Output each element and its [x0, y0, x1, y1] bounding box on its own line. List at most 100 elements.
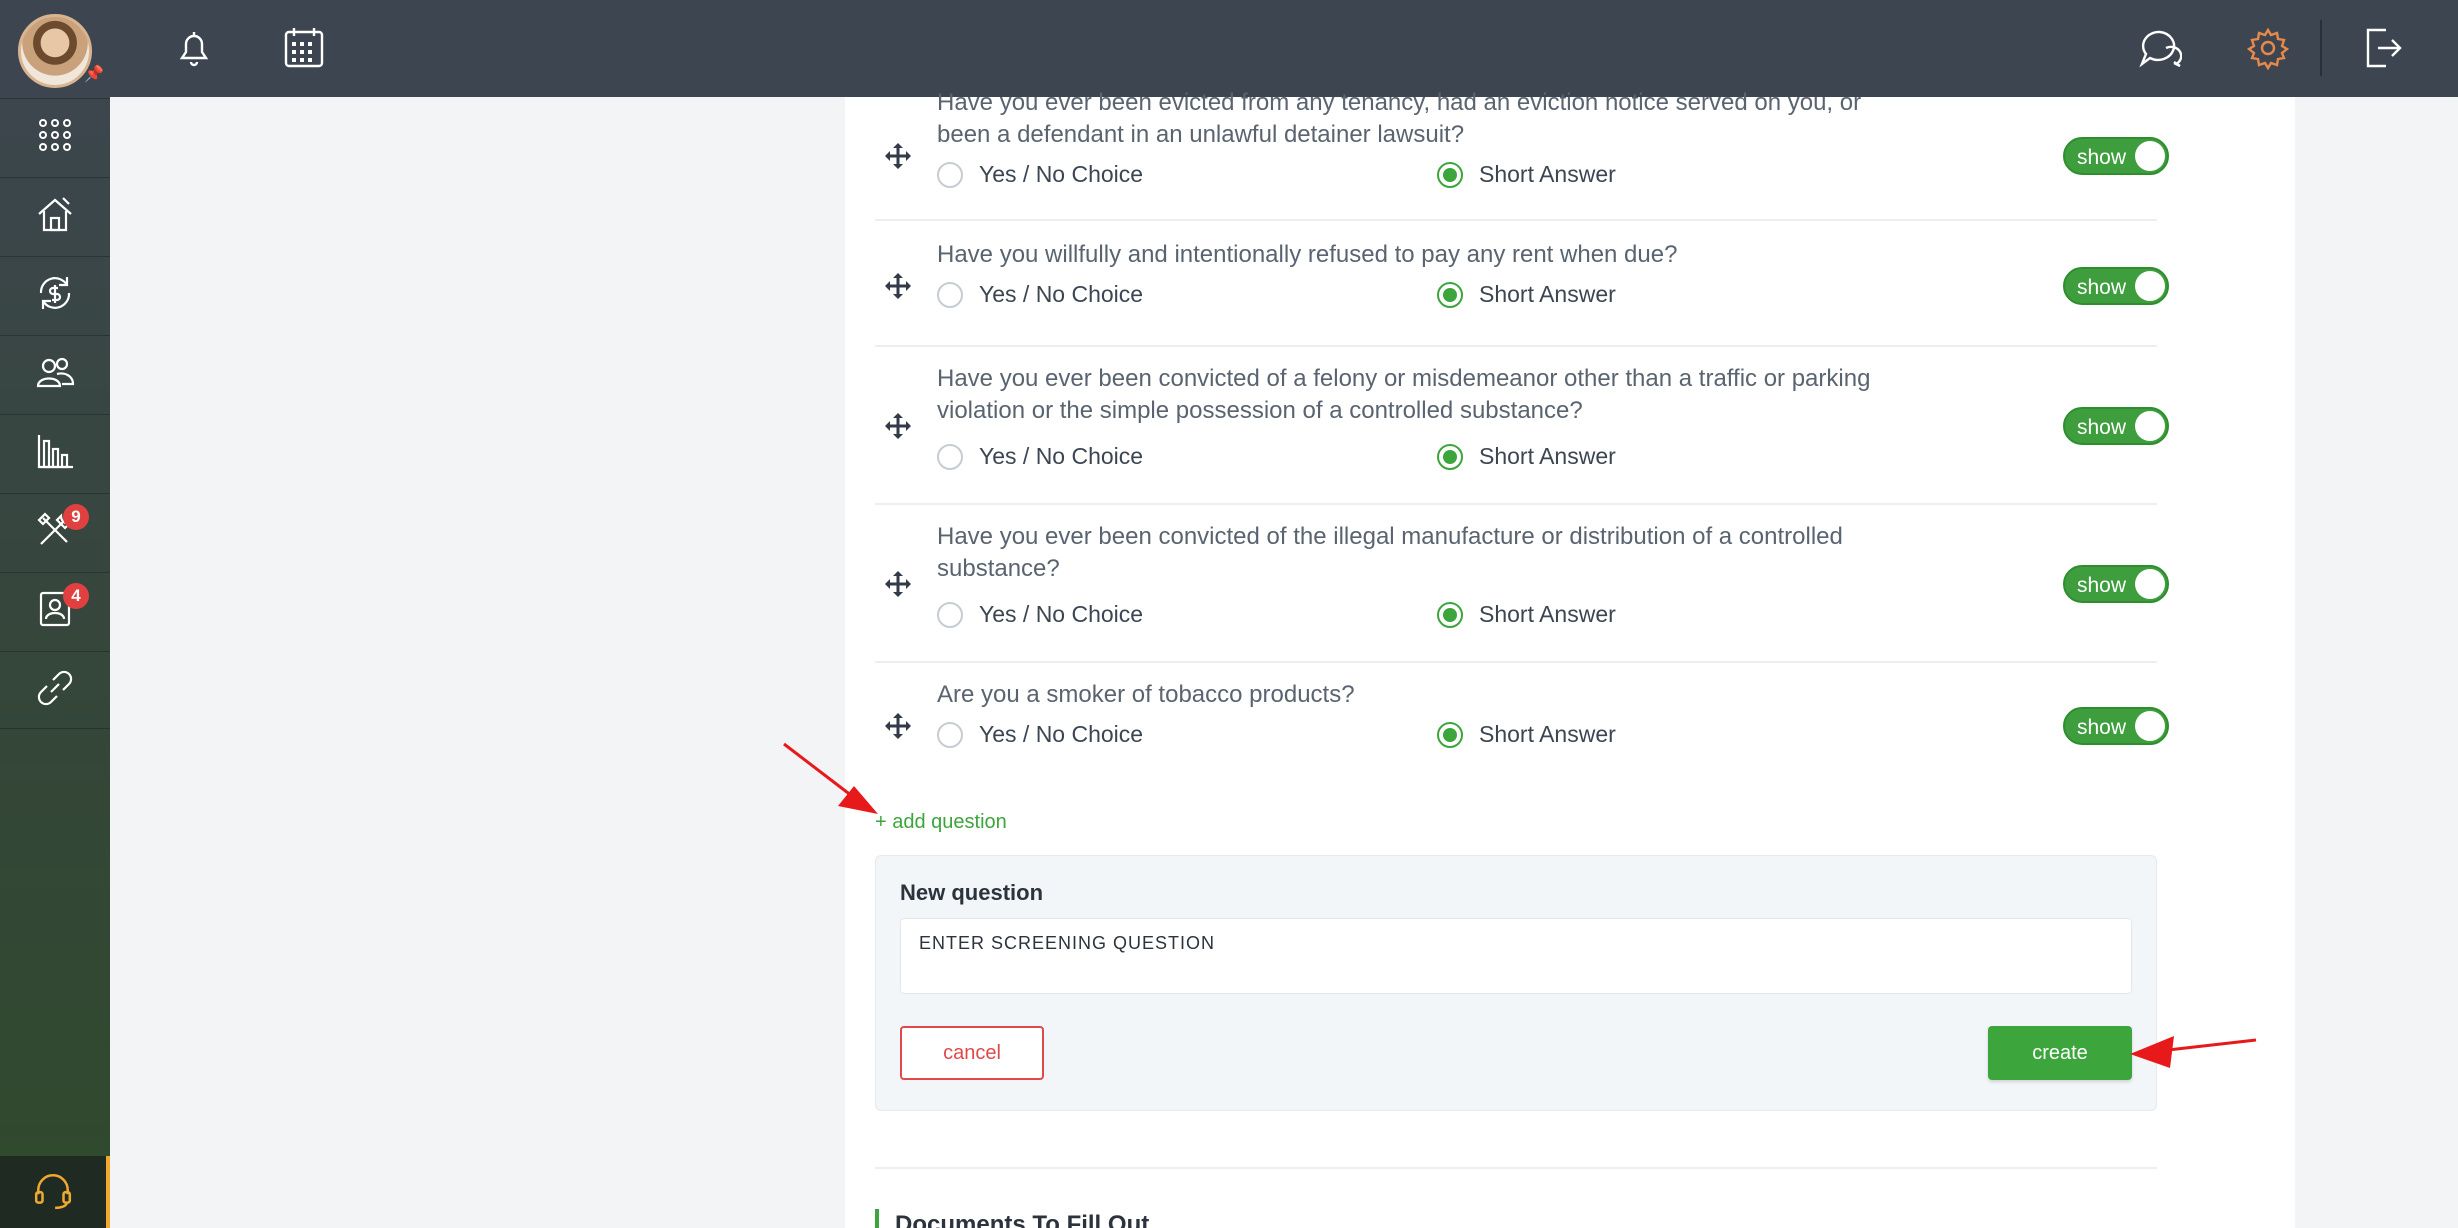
- toggle-label: show: [2077, 276, 2127, 299]
- sidebar-item-links[interactable]: [0, 651, 110, 729]
- headset-icon: [32, 1169, 74, 1216]
- avatar[interactable]: [18, 14, 92, 88]
- maintenance-count-badge: 9: [63, 504, 89, 530]
- bell-icon[interactable]: [170, 24, 218, 72]
- question-row: Have you ever been evicted from any tena…: [875, 87, 2169, 221]
- annotation-arrow-add-question: [783, 742, 878, 814]
- sidebar-item-apps[interactable]: [0, 98, 110, 176]
- radio-yes-no[interactable]: [937, 601, 963, 628]
- toggle-label: show: [2077, 146, 2127, 169]
- radio-short-answer[interactable]: [1437, 601, 1463, 628]
- radio-yes-no[interactable]: [937, 443, 963, 470]
- question-text: Are you a smoker of tobacco products?: [937, 681, 1355, 708]
- drag-handle-icon[interactable]: [885, 273, 911, 299]
- option-yes-no[interactable]: Yes / No Choice: [937, 161, 1143, 188]
- pin-icon[interactable]: 📌: [84, 64, 104, 84]
- option-short-answer-label: Short Answer: [1479, 281, 1616, 307]
- option-yes-no[interactable]: Yes / No Choice: [937, 601, 1143, 628]
- section-divider: [875, 1167, 2157, 1169]
- toggle-knob: [2135, 411, 2165, 441]
- screening-questions-card: Have you ever been evicted from any tena…: [845, 89, 2295, 1228]
- show-toggle[interactable]: show: [2063, 407, 2169, 445]
- radio-yes-no[interactable]: [937, 721, 963, 748]
- toggle-label: show: [2077, 574, 2127, 597]
- option-yes-no[interactable]: Yes / No Choice: [937, 281, 1143, 308]
- sidebar-item-maintenance[interactable]: 9: [0, 493, 110, 571]
- toggle-knob: [2135, 569, 2165, 599]
- toggle-knob: [2135, 141, 2165, 171]
- reports-chart-icon: [35, 431, 75, 476]
- question-row: Have you willfully and intentionally ref…: [875, 221, 2169, 347]
- gear-icon[interactable]: [2244, 24, 2292, 72]
- avatar-area: 📌: [0, 0, 110, 96]
- option-yes-no-label: Yes / No Choice: [979, 161, 1144, 187]
- option-short-answer-label: Short Answer: [1479, 601, 1616, 627]
- add-question-link[interactable]: + add question: [875, 811, 1007, 834]
- tenants-people-icon: [35, 352, 75, 397]
- calendar-icon[interactable]: [280, 24, 328, 72]
- new-question-title: New question: [900, 880, 1044, 905]
- option-short-answer-label: Short Answer: [1479, 443, 1616, 469]
- option-yes-no-label: Yes / No Choice: [979, 721, 1144, 747]
- option-yes-no[interactable]: Yes / No Choice: [937, 443, 1143, 470]
- option-short-answer-label: Short Answer: [1479, 161, 1616, 187]
- drag-handle-icon[interactable]: [885, 713, 911, 739]
- radio-yes-no[interactable]: [937, 281, 963, 308]
- applications-count-badge: 4: [63, 583, 89, 609]
- option-short-answer[interactable]: Short Answer: [1437, 721, 1616, 748]
- sidebar: 📌 9 4: [0, 0, 110, 1228]
- apps-grid-icon: [35, 115, 75, 160]
- documents-section-title: Documents To Fill Out: [875, 1209, 1149, 1228]
- option-yes-no[interactable]: Yes / No Choice: [937, 721, 1143, 748]
- radio-short-answer[interactable]: [1437, 721, 1463, 748]
- option-yes-no-label: Yes / No Choice: [979, 443, 1144, 469]
- radio-short-answer[interactable]: [1437, 281, 1463, 308]
- support-button[interactable]: [0, 1156, 110, 1228]
- question-text: Have you ever been convicted of the ille…: [937, 523, 1843, 582]
- drag-handle-icon[interactable]: [885, 413, 911, 439]
- option-short-answer[interactable]: Short Answer: [1437, 601, 1616, 628]
- show-toggle[interactable]: show: [2063, 137, 2169, 175]
- radio-short-answer[interactable]: [1437, 443, 1463, 470]
- option-yes-no-label: Yes / No Choice: [979, 281, 1144, 307]
- create-button[interactable]: create: [1988, 1026, 2132, 1080]
- sidebar-item-applications[interactable]: 4: [0, 572, 110, 650]
- topbar: [110, 0, 2458, 97]
- logout-icon[interactable]: [2358, 24, 2406, 72]
- option-short-answer[interactable]: Short Answer: [1437, 281, 1616, 308]
- show-toggle[interactable]: show: [2063, 267, 2169, 305]
- show-toggle[interactable]: show: [2063, 707, 2169, 745]
- new-question-panel: New question ENTER SCREENING QUESTION ca…: [875, 855, 2157, 1111]
- question-row: Are you a smoker of tobacco products? Ye…: [875, 663, 2169, 789]
- sidebar-item-properties[interactable]: [0, 177, 110, 255]
- question-text: Have you ever been convicted of a felony…: [937, 365, 1871, 424]
- chat-icon[interactable]: [2136, 24, 2184, 72]
- show-toggle[interactable]: show: [2063, 565, 2169, 603]
- radio-short-answer[interactable]: [1437, 161, 1463, 188]
- toggle-label: show: [2077, 716, 2127, 739]
- toggle-label: show: [2077, 416, 2127, 439]
- main-content: Have you ever been evicted from any tena…: [110, 89, 2458, 1228]
- annotation-arrow-create: [2130, 1036, 2257, 1068]
- option-short-answer[interactable]: Short Answer: [1437, 161, 1616, 188]
- sidebar-item-reports[interactable]: [0, 414, 110, 492]
- drag-handle-icon[interactable]: [885, 143, 911, 169]
- toggle-knob: [2135, 271, 2165, 301]
- option-short-answer[interactable]: Short Answer: [1437, 443, 1616, 470]
- link-icon: [35, 668, 75, 713]
- payments-cycle-icon: [35, 273, 75, 318]
- question-text: Have you ever been evicted from any tena…: [937, 89, 1862, 148]
- question-row: Have you ever been convicted of a felony…: [875, 347, 2169, 505]
- question-text: Have you willfully and intentionally ref…: [937, 241, 1678, 268]
- drag-handle-icon[interactable]: [885, 571, 911, 597]
- sidebar-item-payments[interactable]: [0, 256, 110, 334]
- option-short-answer-label: Short Answer: [1479, 721, 1616, 747]
- property-house-icon: [35, 194, 75, 239]
- cancel-button[interactable]: cancel: [900, 1026, 1044, 1080]
- toggle-knob: [2135, 711, 2165, 741]
- radio-yes-no[interactable]: [937, 161, 963, 188]
- sidebar-item-tenants[interactable]: [0, 335, 110, 413]
- topbar-separator: [2320, 20, 2322, 76]
- screening-question-input[interactable]: ENTER SCREENING QUESTION: [900, 918, 2132, 994]
- question-row: Have you ever been convicted of the ille…: [875, 505, 2169, 663]
